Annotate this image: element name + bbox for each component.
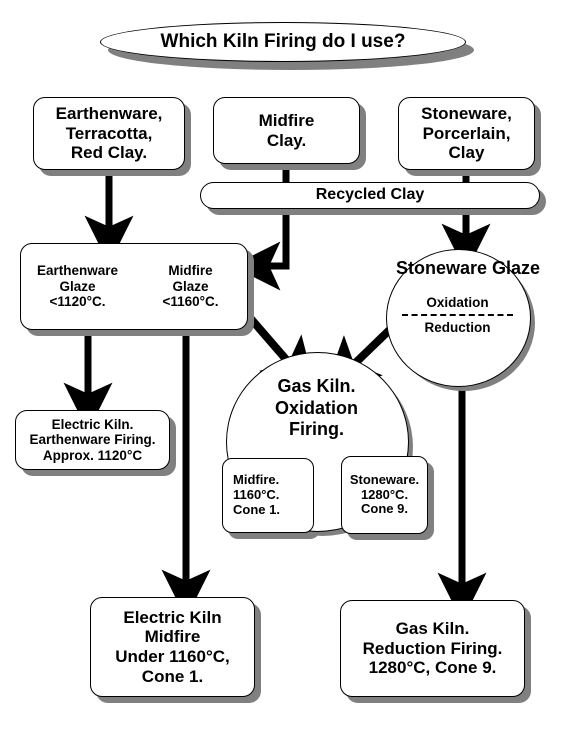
node-midfire-cone[interactable]: Midfire. 1160°C. Cone 1. bbox=[222, 458, 314, 533]
stoneware-glaze-options: Oxidation Reduction bbox=[400, 295, 515, 335]
stoneware-glaze-oxidation-label[interactable]: Oxidation bbox=[400, 295, 515, 310]
stoneware-cone-label: Stoneware. 1280°C. Cone 9. bbox=[349, 471, 420, 517]
earthenware-clay-label: Earthenware, Terracotta, Red Clay. bbox=[55, 104, 163, 163]
stoneware-glaze-reduction-label[interactable]: Reduction bbox=[400, 320, 515, 335]
page-title-label: Which Kiln Firing do I use? bbox=[160, 31, 406, 53]
edge-midfire-to-glaze bbox=[231, 164, 290, 291]
node-glaze-box[interactable]: Earthenware Glaze <1120°C. Midfire Glaze <11… bbox=[20, 243, 248, 330]
midfire-cone-label: Midfire. 1160°C. Cone 1. bbox=[233, 472, 280, 517]
stoneware-clay-label: Stoneware, Porcerlain, Clay bbox=[421, 104, 512, 163]
node-earthenware-clay[interactable]: Earthenware, Terracotta, Red Clay. bbox=[33, 97, 185, 170]
node-stoneware-clay[interactable]: Stoneware, Porcerlain, Clay bbox=[398, 97, 535, 170]
page-title: Which Kiln Firing do I use? bbox=[100, 22, 466, 62]
diagram-canvas: Which Kiln Firing do I use? Earthenware,… bbox=[0, 0, 566, 750]
node-electric-midfire[interactable]: Electric Kiln Midfire Under 1160°C, Cone 1. bbox=[90, 597, 255, 697]
midfire-glaze-label: Midfire Glaze <1160°C. bbox=[162, 263, 219, 310]
node-gas-reduction[interactable]: Gas Kiln. Reduction Firing. 1280°C, Cone 9… bbox=[340, 600, 525, 697]
earthenware-glaze-label: Earthenware Glaze <1120°C. bbox=[36, 263, 119, 310]
node-midfire-clay[interactable]: Midfire Clay. bbox=[213, 97, 360, 164]
stoneware-glaze-title: Stoneware Glaze bbox=[395, 258, 541, 278]
stoneware-glaze-divider bbox=[402, 314, 513, 316]
recycled-clay-label: Recycled Clay bbox=[315, 186, 425, 204]
gas-reduction-label: Gas Kiln. Reduction Firing. 1280°C, Cone 9… bbox=[362, 619, 503, 678]
node-electric-earthenware[interactable]: Electric Kiln. Earthenware Firing. Approx.… bbox=[15, 410, 170, 470]
midfire-clay-label: Midfire Clay. bbox=[258, 110, 315, 150]
node-recycled-clay[interactable]: Recycled Clay bbox=[200, 182, 540, 209]
node-stoneware-cone[interactable]: Stoneware. 1280°C. Cone 9. bbox=[341, 456, 428, 534]
gas-kiln-oxidation-label: Gas Kiln. Oxidation Firing. bbox=[274, 376, 358, 440]
electric-earthenware-label: Electric Kiln. Earthenware Firing. Approx.… bbox=[29, 416, 156, 463]
electric-midfire-label: Electric Kiln Midfire Under 1160°C, Cone 1. bbox=[115, 607, 230, 686]
